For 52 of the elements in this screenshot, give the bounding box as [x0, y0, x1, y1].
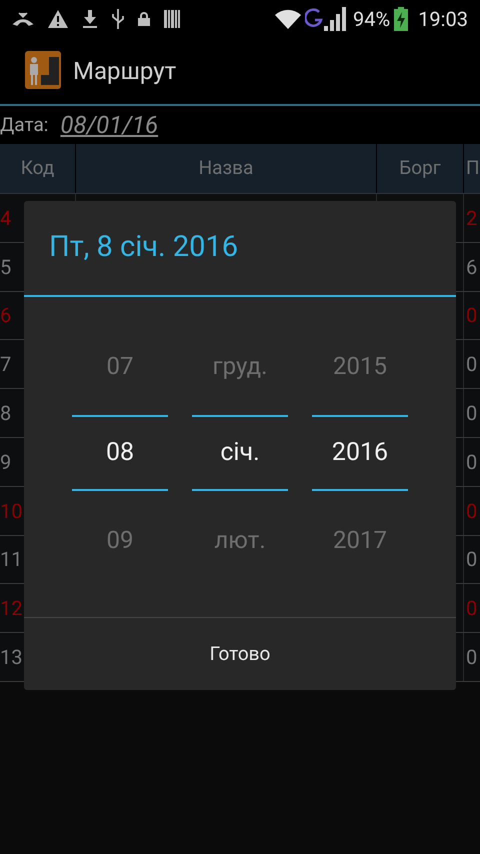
- picker-value[interactable]: 2016: [332, 434, 388, 472]
- table-cell-text: 0: [466, 351, 478, 378]
- table-cell-text: 13: [0, 644, 22, 672]
- table-cell-text: 2: [466, 204, 478, 232]
- wifi-icon: [275, 9, 302, 29]
- table-cell-text: 0: [466, 644, 478, 672]
- column-header[interactable]: П: [466, 154, 480, 183]
- table-cell-text: 0: [466, 546, 478, 574]
- lock-icon: [138, 12, 150, 26]
- picker-option[interactable]: 2015: [333, 348, 387, 384]
- column-header[interactable]: Назва: [198, 154, 254, 183]
- app-title: Маршрут: [73, 56, 176, 87]
- column-header[interactable]: Код: [20, 154, 54, 183]
- table-cell-text: 12: [0, 595, 22, 622]
- table-cell-text: 5: [0, 254, 12, 281]
- number-picker[interactable]: груд. січ. лют.: [192, 323, 288, 617]
- battery-charging-icon: [394, 7, 408, 31]
- picker-option[interactable]: 2017: [333, 522, 387, 558]
- table-cell-text: 0: [466, 595, 478, 622]
- date-label: Дата:: [0, 112, 48, 138]
- table-cell-text: 9: [0, 448, 12, 476]
- usb-icon: [112, 9, 124, 29]
- picker-value[interactable]: 08: [106, 434, 134, 472]
- picker-option[interactable]: лют.: [214, 522, 266, 558]
- barcode-icon: [164, 10, 180, 28]
- table-cell-text: 0: [466, 448, 478, 476]
- number-picker[interactable]: 07 08 09: [72, 323, 168, 617]
- table-cell-text: 10: [0, 498, 22, 525]
- table-cell-text: 0: [466, 400, 478, 428]
- warning-icon: [48, 10, 68, 28]
- done-button[interactable]: Готово: [24, 618, 456, 690]
- signal-icon: [305, 7, 348, 31]
- picker-option[interactable]: 07: [106, 348, 134, 384]
- picker-option[interactable]: груд.: [212, 348, 268, 384]
- table-cell-text: 6: [466, 254, 478, 281]
- table-cell-text: 11: [0, 546, 22, 574]
- battery-percent: 94%: [353, 6, 390, 33]
- table-cell-text: 6: [0, 302, 12, 330]
- table-cell-text: 0: [466, 498, 478, 525]
- table-cell-text: 0: [466, 302, 478, 330]
- download-icon: [82, 10, 98, 28]
- clock: 19:03: [418, 6, 468, 33]
- table-cell-text: 7: [0, 351, 12, 378]
- picker-value[interactable]: січ.: [220, 434, 260, 472]
- date-field[interactable]: 08/01/16: [60, 107, 158, 143]
- dialog-title: Пт, 8 січ. 2016: [49, 229, 238, 266]
- table-cell-text: 8: [0, 400, 12, 428]
- picker-option[interactable]: 09: [106, 522, 134, 558]
- number-picker[interactable]: 2015 2016 2017: [312, 323, 408, 617]
- column-header[interactable]: Борг: [399, 154, 441, 183]
- app-icon: [25, 51, 61, 91]
- table-cell-text: 4: [0, 204, 12, 232]
